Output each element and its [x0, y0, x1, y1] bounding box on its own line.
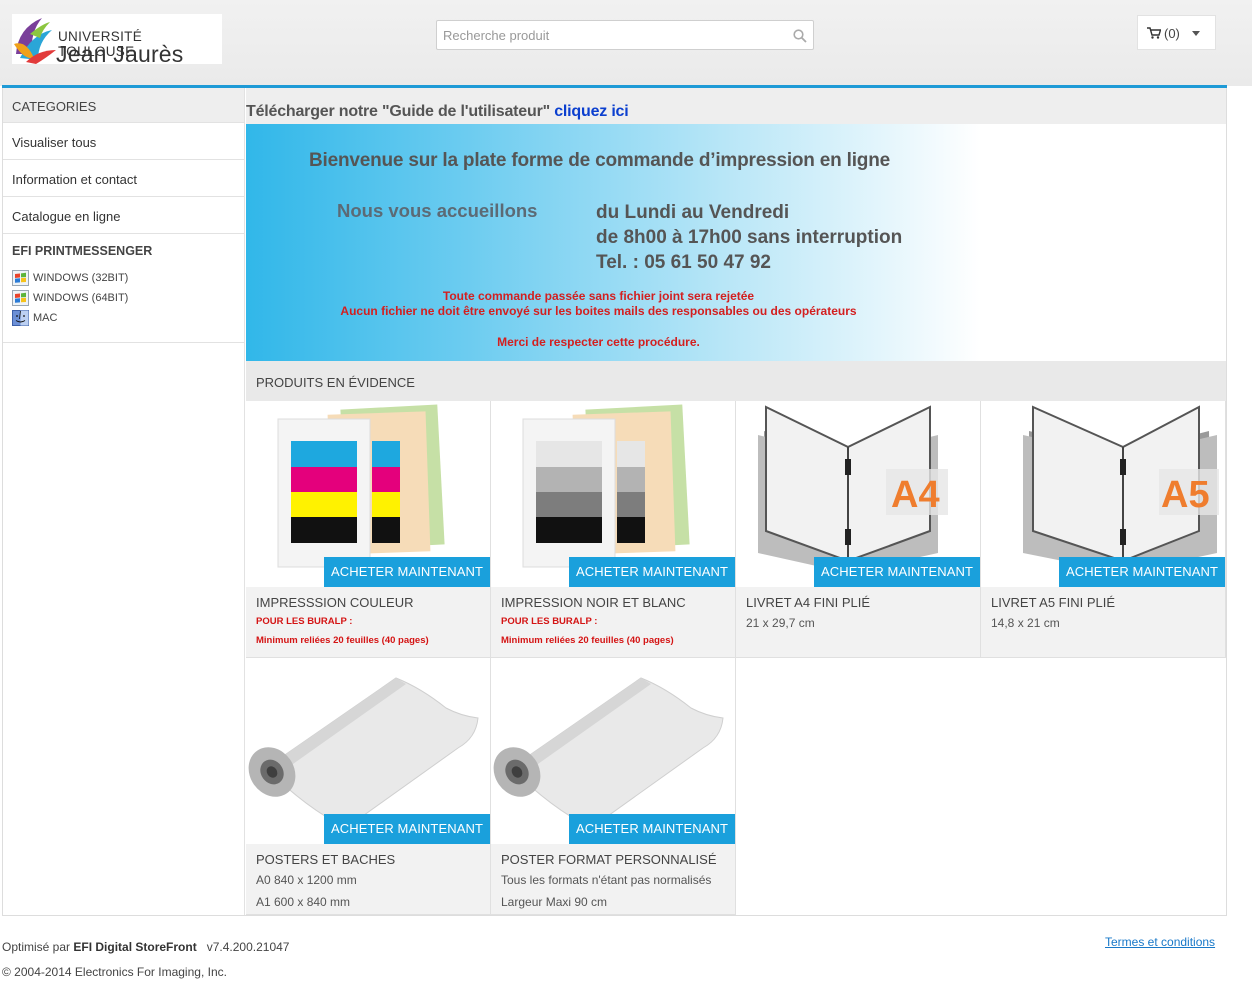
banner-warning-2: Aucun fichier ne doit être envoyé sur le…	[340, 304, 857, 318]
a4-badge: A4	[891, 474, 940, 516]
product-card-booklet-a4[interactable]: A4 ACHETER MAINTENANT LIVRET A4 FINI PLI…	[736, 401, 981, 658]
product-card-posters[interactable]: ACHETER MAINTENANT POSTERS ET BACHES A0 …	[246, 658, 491, 915]
download-label: WINDOWS (32BIT)	[33, 272, 129, 284]
product-card-booklet-a5[interactable]: A5 ACHETER MAINTENANT LIVRET A5 FINI PLI…	[981, 401, 1226, 658]
product-title[interactable]: LIVRET A5 FINI PLIÉ	[991, 595, 1215, 610]
a5-badge: A5	[1161, 474, 1210, 516]
banner-warning-3: Merci de respecter cette procédure.	[497, 335, 700, 349]
product-info: LIVRET A5 FINI PLIÉ 14,8 x 21 cm	[981, 587, 1225, 657]
product-title[interactable]: LIVRET A4 FINI PLIÉ	[746, 595, 970, 610]
buy-now-button[interactable]: ACHETER MAINTENANT	[569, 814, 735, 844]
cart-button[interactable]: (0)	[1137, 15, 1216, 50]
product-card-custom-poster[interactable]: ACHETER MAINTENANT POSTER FORMAT PERSONN…	[491, 658, 736, 915]
sidebar-item-info-contact[interactable]: Information et contact	[3, 160, 244, 197]
user-guide-text: Télécharger notre "Guide de l'utilisateu…	[246, 103, 550, 120]
download-windows-64bit[interactable]: WINDOWS (64BIT)	[12, 288, 235, 308]
windows-icon	[12, 270, 29, 286]
banner-welcome: Nous vous accueillons	[337, 200, 538, 221]
product-card-color-print[interactable]: ACHETER MAINTENANT IMPRESSSION COULEUR P…	[246, 401, 491, 658]
user-guide-link[interactable]: cliquez ici	[554, 103, 628, 120]
buy-now-button[interactable]: ACHETER MAINTENANT	[1059, 557, 1225, 587]
mac-finder-icon	[12, 310, 29, 326]
product-note: POUR LES BURALP :	[256, 616, 353, 627]
product-title[interactable]: IMPRESSION NOIR ET BLANC	[501, 595, 725, 610]
buy-now-button[interactable]: ACHETER MAINTENANT	[324, 814, 490, 844]
cart-icon	[1147, 27, 1161, 39]
university-logo[interactable]: UNIVERSITÉ TOULOUSE Jean Jaurès	[12, 14, 222, 67]
product-note-detail: Minimum reliées 20 feuilles (40 pages)	[501, 635, 674, 646]
powered-by-brand: EFI Digital StoreFront	[73, 940, 197, 954]
download-label: WINDOWS (64BIT)	[33, 292, 129, 304]
product-image-color-print[interactable]: ACHETER MAINTENANT	[246, 401, 490, 587]
efi-printmessenger-section: EFI PRINTMESSENGER WINDOWS (32BIT) WINDO…	[3, 234, 244, 343]
main-content: Télécharger notre "Guide de l'utilisateu…	[246, 88, 1226, 915]
buy-now-button[interactable]: ACHETER MAINTENANT	[814, 557, 980, 587]
powered-by-prefix: Optimisé par	[2, 940, 71, 954]
product-image-custom-poster[interactable]: ACHETER MAINTENANT	[491, 658, 735, 844]
chevron-down-icon	[1192, 31, 1200, 36]
product-info: IMPRESSSION COULEUR POUR LES BURALP : Mi…	[246, 587, 490, 657]
copyright: © 2004-2014 Electronics For Imaging, Inc…	[2, 965, 227, 979]
sidebar-item-view-all[interactable]: Visualiser tous	[3, 123, 244, 160]
version-number: v7.4.200.21047	[206, 940, 290, 954]
download-windows-32bit[interactable]: WINDOWS (32BIT)	[12, 268, 235, 288]
sidebar: CATEGORIES Visualiser tous Information e…	[3, 88, 245, 915]
download-mac[interactable]: MAC	[12, 308, 235, 328]
download-label: MAC	[33, 312, 58, 324]
product-image-posters[interactable]: ACHETER MAINTENANT	[246, 658, 490, 844]
cart-count: (0)	[1164, 26, 1180, 41]
product-size: Tous les formats n'étant pas normalisés	[501, 873, 712, 887]
banner-phone: Tel. : 05 61 50 47 92	[596, 252, 771, 273]
search-box	[436, 20, 814, 50]
buy-now-button[interactable]: ACHETER MAINTENANT	[569, 557, 735, 587]
product-size: A0 840 x 1200 mm	[256, 873, 357, 887]
product-title[interactable]: POSTERS ET BACHES	[256, 852, 480, 867]
banner-warning-1: Toute commande passée sans fichier joint…	[442, 289, 755, 303]
welcome-banner: Bienvenue sur la plate forme de commande…	[246, 124, 981, 361]
product-size: A1 600 x 840 mm	[256, 895, 351, 909]
product-size: 21 x 29,7 cm	[746, 616, 815, 630]
featured-products-heading: PRODUITS EN ÉVIDENCE	[246, 361, 1226, 401]
banner-days: du Lundi au Vendredi	[596, 202, 790, 223]
search-input[interactable]	[443, 21, 783, 49]
banner-hours: du Lundi au Vendredi de 8h00 à 17h00 san…	[596, 200, 902, 275]
site-header: UNIVERSITÉ TOULOUSE Jean Jaurès (0)	[0, 0, 1252, 86]
terms-link[interactable]: Termes et conditions	[1105, 935, 1215, 949]
powered-by: Optimisé par EFI Digital StoreFront v7.4…	[2, 940, 289, 954]
product-card-bw-print[interactable]: ACHETER MAINTENANT IMPRESSION NOIR ET BL…	[491, 401, 736, 658]
buy-now-button[interactable]: ACHETER MAINTENANT	[324, 557, 490, 587]
product-info: POSTER FORMAT PERSONNALISÉ Tous les form…	[491, 844, 735, 914]
logo-text-line2: Jean Jaurès	[56, 41, 184, 67]
logo-swirl-icon	[14, 18, 56, 64]
product-title[interactable]: POSTER FORMAT PERSONNALISÉ	[501, 852, 725, 867]
banner-title: Bienvenue sur la plate forme de commande…	[309, 150, 890, 171]
product-note-detail: Minimum reliées 20 feuilles (40 pages)	[256, 635, 429, 646]
product-info: POSTERS ET BACHES A0 840 x 1200 mm A1 60…	[246, 844, 490, 914]
product-image-booklet-a4[interactable]: A4 ACHETER MAINTENANT	[736, 401, 980, 587]
product-note: POUR LES BURALP :	[501, 616, 598, 627]
product-title[interactable]: IMPRESSSION COULEUR	[256, 595, 480, 610]
product-info: LIVRET A4 FINI PLIÉ 21 x 29,7 cm	[736, 587, 980, 657]
product-size: 14,8 x 21 cm	[991, 616, 1060, 630]
product-image-booklet-a5[interactable]: A5 ACHETER MAINTENANT	[981, 401, 1225, 587]
product-image-bw-print[interactable]: ACHETER MAINTENANT	[491, 401, 735, 587]
user-guide-line: Télécharger notre "Guide de l'utilisateu…	[246, 88, 1226, 124]
banner-times: de 8h00 à 17h00 sans interruption	[596, 227, 903, 248]
search-icon[interactable]	[793, 29, 807, 43]
windows-icon	[12, 290, 29, 306]
product-size: Largeur Maxi 90 cm	[501, 895, 608, 909]
efi-printmessenger-title: EFI PRINTMESSENGER	[12, 244, 153, 258]
product-info: IMPRESSION NOIR ET BLANC POUR LES BURALP…	[491, 587, 735, 657]
categories-heading: CATEGORIES	[3, 88, 244, 123]
sidebar-item-catalogue[interactable]: Catalogue en ligne	[3, 197, 244, 234]
